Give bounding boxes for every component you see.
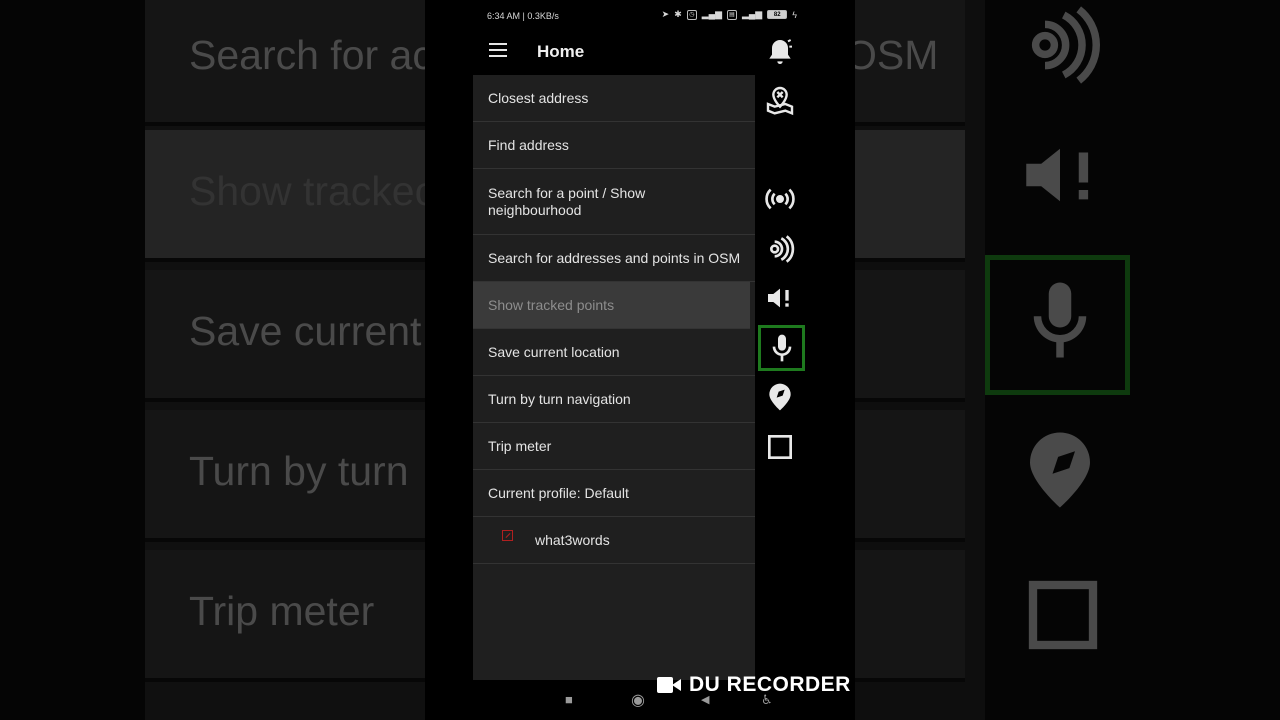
menu-item-trip-meter[interactable]: Trip meter [473,423,755,470]
video-camera-icon [657,676,683,694]
bluetooth-icon: ✱ [674,9,682,19]
phone-screen: 6:34 AM | 0.3KB/s ➤ ✱ ◷ ▂▄▆ ▤ ▂▄▆ 82 ϟ H… [425,0,855,720]
map-marker-cancel-icon[interactable] [760,80,800,120]
alarm-icon: ◷ [686,9,697,20]
menu-item-label: Show tracked points [488,297,615,313]
menu-item-label: what3words [535,532,610,548]
signal-icon: ▂▄▆ [701,9,722,19]
menu-item-search-point[interactable]: Search for a point / Show neighbourhood [473,169,755,235]
recent-apps-button[interactable]: ■ [565,692,573,707]
microphone-icon[interactable] [758,325,805,371]
menu-item-label: Save current location [488,344,620,360]
status-icons: ➤ ✱ ◷ ▂▄▆ ▤ ▂▄▆ 82 ϟ [662,9,797,20]
battery-icon: 82 [767,10,788,19]
sim-icon: ▤ [727,9,737,20]
bg-row-text: Save current [189,308,422,354]
bg-row-text: Search for ac [189,32,433,78]
bg-microphone-icon [1015,275,1105,365]
compass-marker-icon[interactable] [760,377,800,417]
recorder-watermark: DU RECORDER [657,672,851,698]
bg-row-text-osm: OSM [845,32,939,78]
home-menu-list: Closest address Find address Search for … [473,75,755,680]
speaker-alert-icon[interactable] [760,278,800,318]
menu-item-label: Trip meter [488,438,552,454]
status-time-speed: 6:34 AM | 0.3KB/s [487,11,559,21]
side-toolbar [755,30,807,480]
status-bar: 6:34 AM | 0.3KB/s ➤ ✱ ◷ ▂▄▆ ▤ ▂▄▆ 82 ϟ [425,0,855,32]
menu-item-what3words[interactable]: what3words [473,517,755,564]
app-bar: Home [473,32,755,74]
home-button[interactable]: ◉ [631,690,645,710]
bg-square-icon [1023,575,1103,655]
hamburger-menu-icon[interactable] [489,43,507,57]
bg-compass-marker-icon [1015,425,1105,515]
bg-right-icons [985,0,1135,720]
menu-item-search-osm[interactable]: Search for addresses and points in OSM [473,235,755,282]
signal-icon-2: ▂▄▆ [742,9,763,19]
menu-item-show-tracked-points[interactable]: Show tracked points [473,282,750,329]
menu-item-label: Closest address [488,90,589,106]
menu-item-label: Search for addresses and points in OSM [488,250,741,266]
charging-icon: ϟ [792,9,797,20]
menu-item-find-address[interactable]: Find address [473,122,755,169]
square-stop-icon[interactable] [760,427,800,467]
bg-row-text: Turn by turn [189,448,409,494]
menu-item-label: Search for a point / Show neighbourhood [488,184,646,218]
watermark-text: DU RECORDER [689,673,851,696]
menu-item-label: Find address [488,137,569,153]
menu-item-turn-by-turn[interactable]: Turn by turn navigation [473,376,755,423]
menu-item-label: Turn by turn navigation [488,391,631,407]
bg-radar-icon [1015,0,1105,90]
bg-row-text: Trip meter [189,588,375,634]
notification-bell-icon[interactable] [760,32,800,72]
broadcast-icon[interactable] [760,179,800,219]
location-icon: ➤ [661,9,670,19]
bg-speaker-alert-icon [1015,130,1105,220]
menu-item-label: Current profile: Default [488,485,629,501]
menu-item-current-profile[interactable]: Current profile: Default [473,470,755,517]
bg-row-text: Show trackec [189,168,436,214]
radar-icon[interactable] [760,229,800,269]
page-title: Home [537,42,585,61]
menu-item-closest-address[interactable]: Closest address [473,75,755,122]
menu-item-save-location[interactable]: Save current location [473,329,755,376]
what3words-icon [502,530,513,541]
